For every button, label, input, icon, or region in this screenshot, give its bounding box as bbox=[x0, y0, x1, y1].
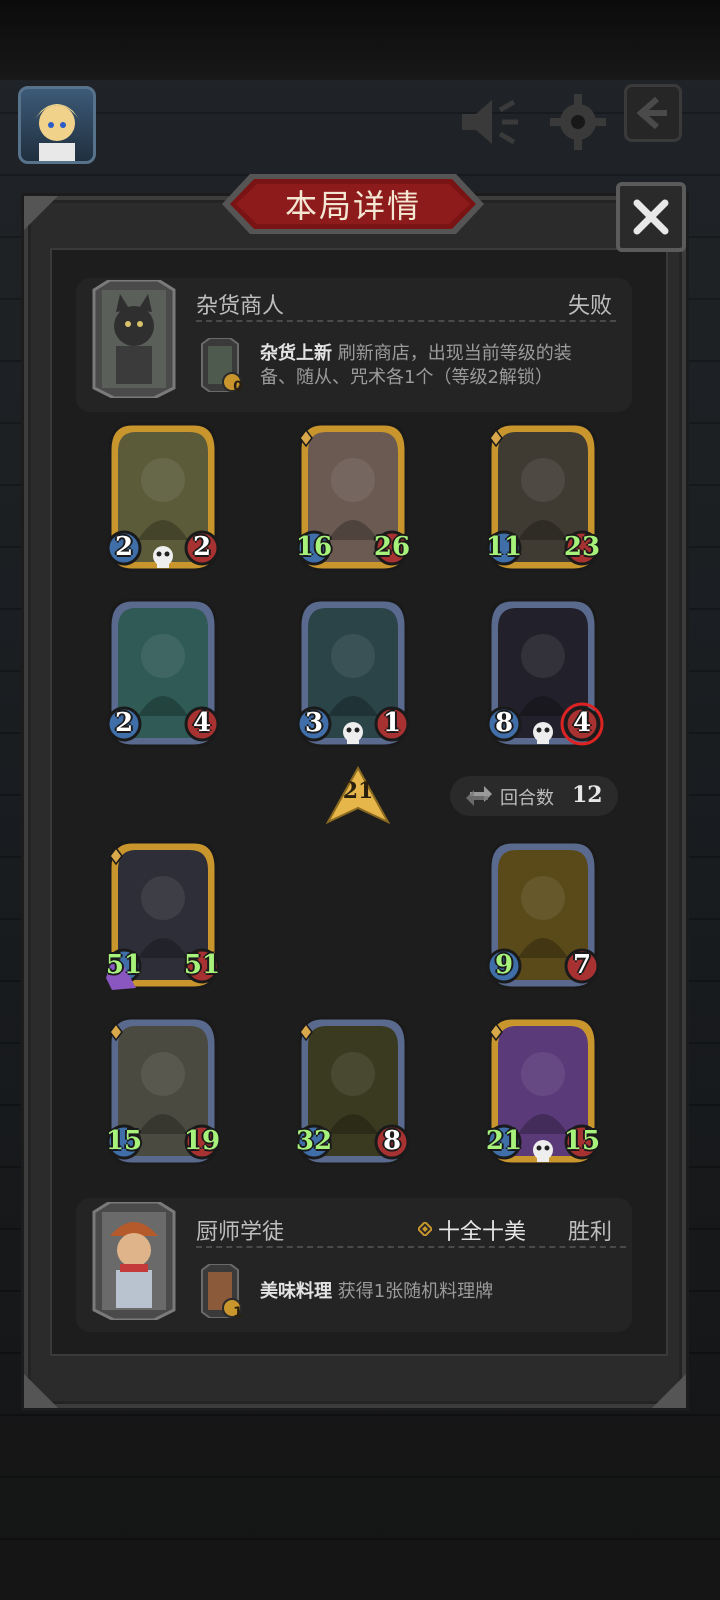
opponent-result: 失败 bbox=[568, 294, 613, 319]
card-health: 23 bbox=[563, 532, 601, 562]
card-health: 15 bbox=[563, 1126, 601, 1156]
player-card[interactable]: 51 51 bbox=[102, 838, 224, 998]
opponent-skill-title: 杂货上新 bbox=[260, 343, 332, 364]
card-attack: 2 bbox=[114, 708, 134, 738]
card-health: 26 bbox=[373, 532, 411, 562]
player-card[interactable]: 32 8 bbox=[292, 1014, 414, 1174]
opponent-name: 杂货商人 bbox=[196, 294, 285, 319]
back-button[interactable] bbox=[624, 84, 682, 142]
player-name: 厨师学徒 bbox=[196, 1220, 285, 1245]
enemy-card[interactable]: 16 26 bbox=[292, 420, 414, 580]
card-attack: 16 bbox=[295, 532, 333, 562]
speaker-icon[interactable] bbox=[458, 92, 522, 152]
card-attack: 3 bbox=[304, 708, 324, 738]
card-attack: 9 bbox=[494, 950, 514, 980]
enemy-card[interactable]: 24 bbox=[102, 596, 224, 756]
opponent-skill-line1: 杂货上新 刷新商店，出现当前等级的装 bbox=[260, 341, 572, 367]
opponent-skill-desc-line2: 备、随从、咒术各1个（等级2解锁） bbox=[260, 367, 553, 388]
player-skill-cost: 1 bbox=[233, 1305, 243, 1321]
opponent-skill-cost: 0 bbox=[233, 379, 243, 395]
card-attack: 2 bbox=[114, 532, 134, 562]
player-skill-title: 美味料理 bbox=[260, 1281, 332, 1302]
player-card[interactable]: 97 bbox=[482, 838, 604, 998]
enemy-card[interactable]: 11 23 bbox=[482, 420, 604, 580]
card-attack: 51 bbox=[105, 950, 143, 980]
card-health: 4 bbox=[572, 708, 592, 738]
player-card[interactable]: 15 19 bbox=[102, 1014, 224, 1174]
gear-icon[interactable] bbox=[546, 92, 610, 152]
player-avatar[interactable] bbox=[18, 86, 96, 164]
diamond-icon bbox=[418, 1222, 432, 1236]
player-skill-line: 美味料理 获得1张随机料理牌 bbox=[260, 1279, 493, 1305]
player-portrait[interactable] bbox=[90, 1202, 178, 1320]
card-attack: 15 bbox=[105, 1126, 143, 1156]
card-attack: 11 bbox=[485, 532, 523, 562]
back-arrow-icon bbox=[636, 96, 667, 130]
damage-value: 21 bbox=[342, 778, 374, 804]
card-attack: 21 bbox=[485, 1126, 523, 1156]
rounds-value: 12 bbox=[572, 782, 603, 808]
card-health: 4 bbox=[192, 708, 212, 738]
close-button[interactable] bbox=[616, 182, 686, 252]
close-icon bbox=[633, 199, 669, 235]
card-attack: 8 bbox=[494, 708, 514, 738]
top-bar-background bbox=[0, 0, 720, 80]
opponent-skill-desc-line1: 刷新商店，出现当前等级的装 bbox=[337, 343, 572, 364]
enemy-card[interactable]: 31 bbox=[292, 596, 414, 756]
refresh-icon bbox=[466, 786, 492, 806]
divider bbox=[196, 320, 616, 322]
rounds-label: 回合数 bbox=[500, 788, 554, 809]
panel-title: 本局详情 bbox=[284, 187, 421, 225]
enemy-card[interactable]: 22 bbox=[102, 420, 224, 580]
card-health: 51 bbox=[183, 950, 221, 980]
player-result: 胜利 bbox=[568, 1220, 613, 1245]
player-skill-desc: 获得1张随机料理牌 bbox=[337, 1281, 494, 1302]
opponent-portrait[interactable] bbox=[90, 280, 178, 398]
enemy-card[interactable]: 84 bbox=[482, 596, 604, 756]
card-health: 2 bbox=[192, 532, 212, 562]
card-health: 19 bbox=[183, 1126, 221, 1156]
player-set-name: 十全十美 bbox=[438, 1220, 527, 1245]
card-health: 8 bbox=[382, 1126, 402, 1156]
player-card[interactable]: 21 15 bbox=[482, 1014, 604, 1174]
card-health: 7 bbox=[572, 950, 592, 980]
divider bbox=[196, 1246, 626, 1248]
card-attack: 32 bbox=[295, 1126, 333, 1156]
card-health: 1 bbox=[382, 708, 402, 738]
